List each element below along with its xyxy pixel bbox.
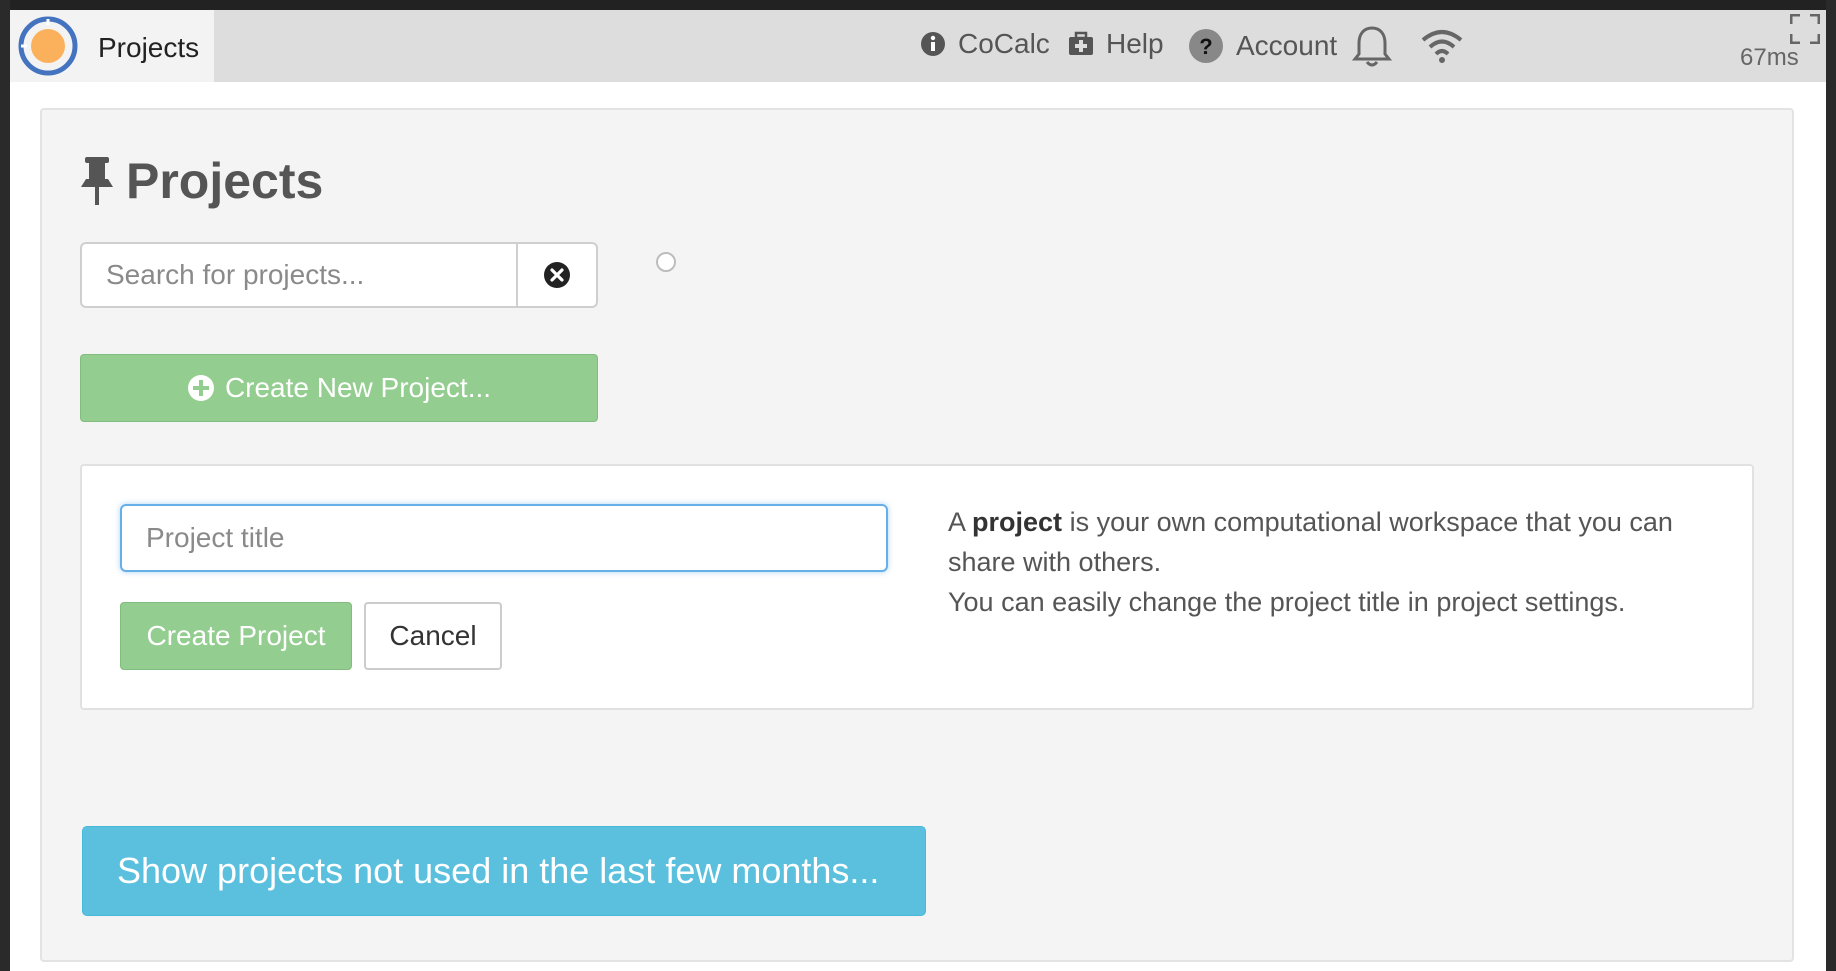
loading-indicator [656, 252, 676, 272]
page-heading: Projects [80, 152, 323, 210]
thumbtack-icon [81, 157, 113, 205]
project-search [80, 242, 598, 308]
nav-cocalc[interactable]: CoCalc [920, 28, 1050, 60]
desc-bold: project [972, 507, 1063, 537]
description-line-2: You can easily change the project title … [948, 587, 1626, 617]
plus-circle-icon [187, 375, 214, 401]
window-left-border [0, 0, 10, 971]
create-project-form: Create Project Cancel A project is your … [80, 464, 1754, 710]
nav-account[interactable]: ? Account [1188, 28, 1337, 64]
cocalc-logo-icon [18, 16, 78, 76]
bell-icon[interactable] [1352, 24, 1392, 70]
project-description: A project is your own computational work… [948, 502, 1738, 622]
nav-cocalc-label: CoCalc [958, 28, 1050, 59]
window-top-border [0, 0, 1836, 10]
question-circle-icon: ? [1189, 29, 1223, 63]
clear-search-button[interactable] [516, 244, 596, 306]
tab-projects-label: Projects [98, 32, 200, 63]
cancel-button[interactable]: Cancel [364, 602, 502, 670]
nav-help-label: Help [1106, 28, 1164, 59]
nav-account-label: Account [1236, 30, 1338, 61]
create-new-project-button[interactable]: Create New Project... [80, 354, 598, 422]
create-new-project-label: Create New Project... [224, 372, 492, 403]
create-project-button[interactable]: Create Project [120, 602, 352, 670]
window-right-border [1826, 0, 1836, 971]
fullscreen-icon[interactable] [1790, 14, 1820, 44]
svg-text:?: ? [1199, 34, 1212, 59]
info-circle-icon [921, 32, 945, 56]
description-line-1: A project is your own computational work… [948, 502, 1738, 582]
search-input[interactable] [82, 244, 516, 306]
desc-prefix: A [948, 507, 973, 537]
page-title: Projects [126, 153, 324, 209]
project-title-input[interactable] [120, 504, 888, 572]
show-old-projects-button[interactable]: Show projects not used in the last few m… [82, 826, 926, 916]
medkit-icon [1069, 31, 1093, 55]
projects-panel: Projects Create New Project... Create Pr… [40, 108, 1794, 962]
times-circle-icon [544, 262, 570, 288]
top-navbar: Projects CoCalc Help ? Account 67ms [10, 10, 1826, 82]
tab-projects[interactable]: Projects [10, 10, 214, 82]
nav-help[interactable]: Help [1068, 28, 1164, 60]
ping-readout: 67ms [1740, 44, 1799, 71]
wifi-icon[interactable] [1420, 28, 1464, 64]
